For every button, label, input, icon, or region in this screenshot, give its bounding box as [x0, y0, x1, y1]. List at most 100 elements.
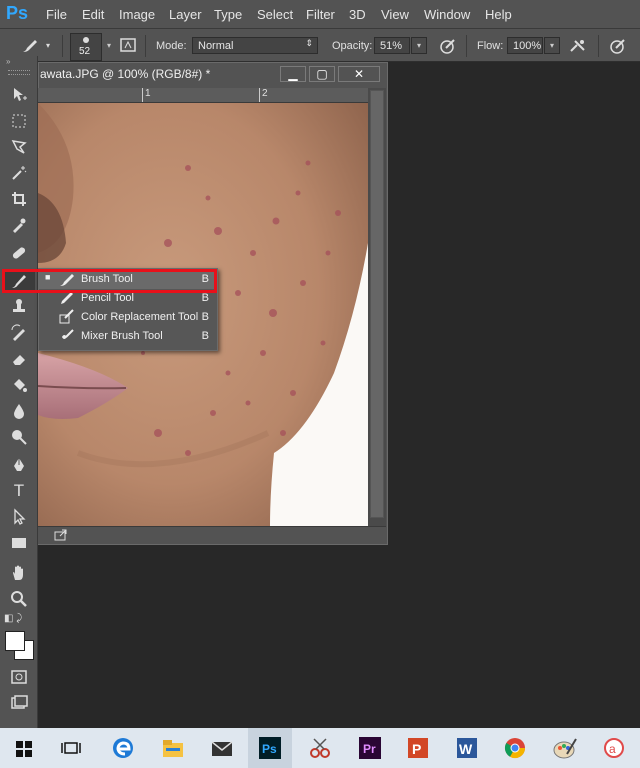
menu-view[interactable]: View: [381, 7, 409, 22]
export-icon[interactable]: [54, 529, 68, 541]
scroll-thumb[interactable]: [370, 90, 384, 518]
history-brush-tool-icon[interactable]: [7, 322, 31, 344]
collapse-icon[interactable]: »: [6, 58, 32, 66]
menu-filter[interactable]: Filter: [306, 7, 335, 22]
flow-input[interactable]: 100%: [507, 37, 543, 54]
rectangle-tool-icon[interactable]: [7, 532, 31, 554]
windows-taskbar: Ps Pr P W a: [0, 728, 640, 768]
ruler-tick: [142, 88, 143, 102]
chrome-icon[interactable]: [501, 734, 529, 762]
mode-select[interactable]: Normal ⇕: [192, 37, 318, 54]
brush-size-picker[interactable]: 52: [70, 33, 102, 61]
shortcut-key: B: [201, 330, 209, 342]
magic-wand-tool-icon[interactable]: [7, 162, 31, 184]
mode-label: Mode:: [156, 40, 187, 52]
opacity-label: Opacity:: [332, 40, 373, 52]
menu-edit[interactable]: Edit: [82, 7, 104, 22]
ruler-tick: [259, 88, 260, 102]
photoshop-logo: Ps: [6, 3, 29, 23]
flow-dropdown-icon[interactable]: ▾: [544, 37, 560, 54]
separator: [62, 35, 63, 57]
options-bar: ▾ 52 ▾ Mode: Normal ⇕ Opacity: 51% ▾ Flo…: [0, 28, 640, 62]
svg-text:a: a: [609, 742, 616, 756]
file-explorer-icon[interactable]: [159, 734, 187, 762]
maximize-button[interactable]: ▢: [309, 66, 335, 82]
document-tab-title[interactable]: awata.JPG @ 100% (RGB/8#) *: [40, 67, 210, 81]
eyedropper-tool-icon[interactable]: [7, 214, 31, 236]
shortcut-key: B: [201, 311, 209, 323]
svg-text:Pr: Pr: [363, 742, 376, 756]
windows-start-icon[interactable]: [10, 734, 38, 762]
brush-panel-icon[interactable]: [118, 37, 138, 55]
dodge-tool-icon[interactable]: [7, 426, 31, 448]
vertical-scrollbar[interactable]: [368, 88, 386, 526]
mode-value: Normal: [198, 40, 234, 52]
flow-label: Flow:: [477, 40, 504, 52]
status-bar: [38, 526, 386, 544]
menu-bar: Ps File Edit Image Layer Type Select Fil…: [0, 0, 640, 28]
paint-bucket-tool-icon[interactable]: [7, 374, 31, 396]
crop-tool-icon[interactable]: [7, 188, 31, 210]
menu-help[interactable]: Help: [485, 7, 512, 22]
marquee-tool-icon[interactable]: [7, 110, 31, 132]
brush-preset-icon[interactable]: [20, 37, 40, 55]
swap-colors-icon[interactable]: ◧ ⤸: [4, 613, 34, 625]
snipping-icon[interactable]: [306, 734, 334, 762]
word-icon[interactable]: W: [453, 734, 481, 762]
flyout-item-color-replacement[interactable]: Color Replacement Tool B: [39, 308, 217, 327]
menu-file[interactable]: File: [46, 7, 67, 22]
powerpoint-icon[interactable]: P: [404, 734, 432, 762]
task-view-icon[interactable]: [57, 734, 85, 762]
menu-type[interactable]: Type: [214, 7, 242, 22]
svg-text:P: P: [412, 741, 421, 757]
opacity-dropdown-icon[interactable]: ▾: [411, 37, 427, 54]
flyout-label: Color Replacement Tool: [81, 311, 199, 323]
red-highlight-box: [2, 269, 217, 293]
foreground-color-swatch[interactable]: [5, 631, 25, 651]
minimize-button[interactable]: ▁: [280, 66, 306, 82]
menu-window[interactable]: Window: [424, 7, 470, 22]
healing-tool-icon[interactable]: [7, 242, 31, 264]
brush-tip-icon: [83, 37, 89, 43]
edge-icon[interactable]: [109, 734, 137, 762]
mail-icon[interactable]: [208, 734, 236, 762]
menu-select[interactable]: Select: [257, 7, 293, 22]
screen-mode-icon[interactable]: [7, 692, 31, 714]
airbrush-icon[interactable]: [568, 37, 588, 55]
blur-tool-icon[interactable]: [7, 400, 31, 422]
type-tool-icon[interactable]: T: [7, 480, 31, 502]
app-icon[interactable]: a: [600, 734, 628, 762]
menu-3d[interactable]: 3D: [349, 7, 366, 22]
path-select-tool-icon[interactable]: [7, 506, 31, 528]
close-button[interactable]: ✕: [338, 66, 380, 82]
move-tool-icon[interactable]: [7, 84, 31, 106]
brush-preset-dropdown-icon[interactable]: ▾: [42, 37, 54, 55]
menu-layer[interactable]: Layer: [169, 7, 202, 22]
ruler-mark: 1: [145, 88, 151, 99]
pen-tool-icon[interactable]: [7, 454, 31, 476]
grip-handle[interactable]: [8, 70, 30, 75]
ruler-mark: 2: [262, 88, 268, 99]
stamp-tool-icon[interactable]: [7, 296, 31, 318]
horizontal-ruler[interactable]: 1 2: [38, 88, 368, 103]
mixer-brush-icon: [62, 329, 74, 339]
paint-icon[interactable]: [551, 734, 579, 762]
flyout-label: Pencil Tool: [81, 292, 134, 304]
svg-text:Ps: Ps: [262, 742, 277, 756]
opacity-input[interactable]: 51%: [374, 37, 410, 54]
flyout-item-mixer-brush[interactable]: Mixer Brush Tool B: [39, 327, 217, 346]
quick-mask-icon[interactable]: [7, 666, 31, 688]
separator: [145, 35, 146, 57]
zoom-tool-icon[interactable]: [7, 588, 31, 610]
lasso-tool-icon[interactable]: [7, 136, 31, 158]
pressure-size-icon[interactable]: [608, 37, 628, 55]
eraser-tool-icon[interactable]: [7, 348, 31, 370]
pressure-opacity-icon[interactable]: [438, 37, 458, 55]
menu-image[interactable]: Image: [119, 7, 155, 22]
brush-size-dropdown-icon[interactable]: ▾: [101, 38, 117, 55]
photoshop-icon[interactable]: Ps: [256, 734, 284, 762]
hand-tool-icon[interactable]: [7, 562, 31, 584]
color-replacement-icon: [59, 309, 74, 324]
premiere-icon[interactable]: Pr: [356, 734, 384, 762]
updown-icon: ⇕: [305, 38, 313, 48]
